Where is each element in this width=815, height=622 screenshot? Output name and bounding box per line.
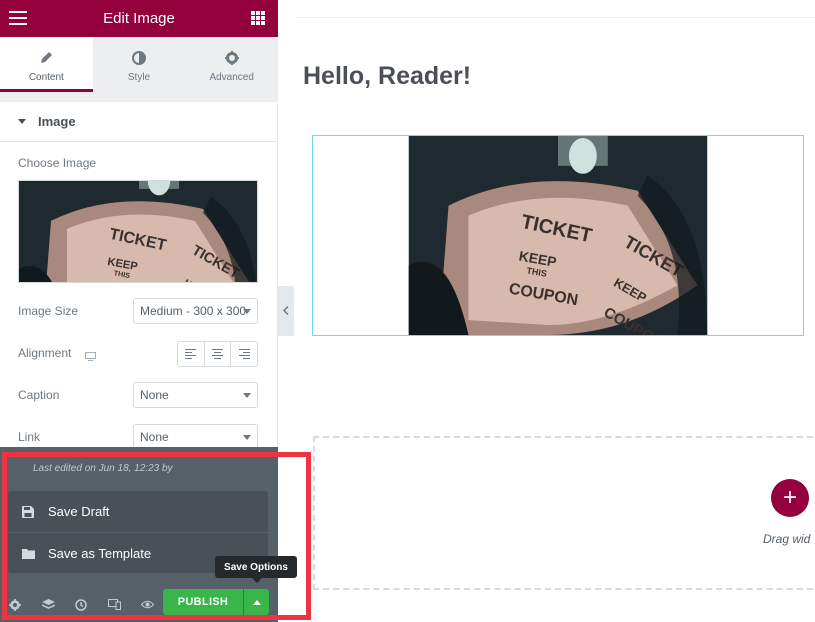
alignment-label: Alignment bbox=[18, 346, 72, 360]
image-widget[interactable] bbox=[312, 135, 804, 336]
align-right-button[interactable] bbox=[231, 342, 257, 366]
navigator-layers-icon[interactable] bbox=[33, 590, 63, 620]
image-chooser[interactable] bbox=[18, 180, 258, 283]
page-heading[interactable]: Hello, Reader! bbox=[303, 62, 471, 91]
link-value: None bbox=[140, 430, 169, 444]
tab-style[interactable]: Style bbox=[92, 37, 186, 92]
save-as-template-label: Save as Template bbox=[48, 545, 152, 561]
add-section-button[interactable]: + bbox=[771, 479, 809, 517]
alignment-buttons bbox=[177, 341, 258, 367]
widgets-grid-icon[interactable] bbox=[251, 11, 265, 25]
plus-icon: + bbox=[782, 484, 797, 511]
preview-eye-icon[interactable] bbox=[132, 590, 162, 620]
section-image-toggle[interactable]: Image bbox=[0, 102, 278, 142]
ticket-photo bbox=[408, 136, 708, 335]
chevron-left-icon bbox=[282, 302, 289, 320]
panel-header: Edit Image bbox=[0, 0, 278, 37]
caret-up-icon bbox=[252, 599, 261, 605]
image-size-label: Image Size bbox=[18, 304, 79, 318]
gear-icon bbox=[224, 50, 239, 66]
dropdown-arrow-icon bbox=[243, 309, 251, 314]
align-center-icon bbox=[212, 347, 223, 361]
floppy-disk-icon bbox=[22, 505, 36, 518]
save-options-button[interactable] bbox=[244, 589, 269, 615]
save-draft-label: Save Draft bbox=[48, 504, 110, 519]
history-icon[interactable] bbox=[66, 590, 96, 620]
last-edited-text: Last edited on Jun 18, 12:23 by bbox=[33, 463, 173, 474]
panel-title: Edit Image bbox=[103, 10, 175, 27]
collapse-panel-toggle[interactable] bbox=[278, 286, 294, 336]
half-circle-icon bbox=[132, 50, 146, 66]
editor-panel: Edit Image Content Style Advanced Image bbox=[0, 0, 279, 622]
ticket-image-thumbnail bbox=[19, 181, 257, 282]
image-size-value: Medium - 300 x 300 bbox=[140, 304, 247, 318]
folder-icon bbox=[22, 548, 36, 559]
tab-label: Style bbox=[127, 72, 151, 83]
settings-gear-icon[interactable] bbox=[0, 590, 30, 620]
dropdown-arrow-icon bbox=[243, 435, 251, 440]
tab-content[interactable]: Content bbox=[0, 37, 93, 92]
desktop-icon[interactable] bbox=[85, 348, 96, 366]
preview-top-divider bbox=[297, 17, 815, 18]
section-divider bbox=[0, 92, 278, 102]
drag-widget-hint: Drag wid bbox=[763, 532, 811, 546]
caption-value: None bbox=[140, 388, 169, 402]
align-left-button[interactable] bbox=[178, 342, 205, 366]
align-left-icon bbox=[185, 347, 197, 361]
save-options-tooltip: Save Options bbox=[215, 556, 297, 583]
caption-select[interactable]: None bbox=[133, 382, 258, 408]
responsive-mode-icon[interactable] bbox=[99, 590, 129, 620]
dropdown-arrow-icon bbox=[243, 393, 251, 398]
tab-advanced[interactable]: Advanced bbox=[185, 37, 279, 92]
drop-zone[interactable] bbox=[313, 436, 815, 590]
tab-label: Content bbox=[28, 72, 64, 83]
choose-image-label: Choose Image bbox=[18, 156, 97, 170]
link-label: Link bbox=[18, 430, 41, 444]
caret-down-icon bbox=[18, 119, 26, 124]
panel-tabs: Content Style Advanced bbox=[0, 37, 279, 92]
image-size-select[interactable]: Medium - 300 x 300 bbox=[133, 298, 258, 324]
align-right-icon bbox=[238, 347, 250, 361]
caption-label: Caption bbox=[18, 388, 60, 402]
publish-button[interactable]: PUBLISH bbox=[163, 589, 243, 615]
align-center-button[interactable] bbox=[205, 342, 232, 366]
section-title: Image bbox=[38, 114, 76, 129]
pencil-icon bbox=[39, 50, 53, 66]
save-draft-item[interactable]: Save Draft bbox=[8, 491, 268, 532]
tab-label: Advanced bbox=[209, 72, 254, 83]
hamburger-menu-icon[interactable] bbox=[9, 11, 27, 25]
